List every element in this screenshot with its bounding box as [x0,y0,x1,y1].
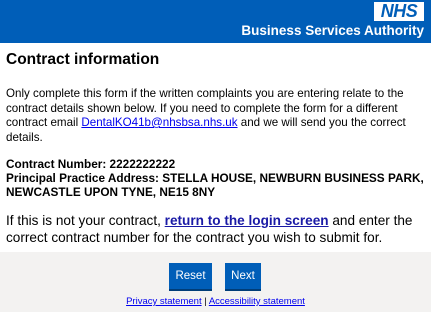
nhs-logo: NHS [374,2,424,21]
privacy-statement-link[interactable]: Privacy statement [126,296,202,307]
org-name: Business Services Authority [241,23,424,38]
contract-number: Contract Number: 2222222222 [6,157,176,171]
return-to-login-link[interactable]: return to the login screen [165,213,329,228]
footer-links: Privacy statement | Accessibility statem… [0,296,431,308]
accessibility-statement-link[interactable]: Accessibility statement [209,296,305,307]
not-your-contract-paragraph: If this is not your contract, return to … [6,212,428,246]
main-content: Contract information Only complete this … [0,43,431,252]
contact-email-link[interactable]: DentalKO41b@nhsbsa.nhs.uk [81,116,237,129]
next-button[interactable]: Next [225,263,261,289]
footer-link-separator: | [201,296,209,307]
site-header: NHS Business Services Authority [0,0,431,43]
contract-details: Contract Number: 2222222222 Principal Pr… [6,157,428,199]
reset-button[interactable]: Reset [169,263,212,289]
page-title: Contract information [6,51,160,68]
practice-address-line1: Principal Practice Address: STELLA HOUSE… [6,171,424,185]
page-footer: Reset Next Privacy statement | Accessibi… [0,252,431,312]
intro-paragraph: Only complete this form if the written c… [6,87,428,145]
not-yours-text-before: If this is not your contract, [6,213,165,228]
practice-address-line2: NEWCASTLE UPON TYNE, NE15 8NY [6,185,216,199]
